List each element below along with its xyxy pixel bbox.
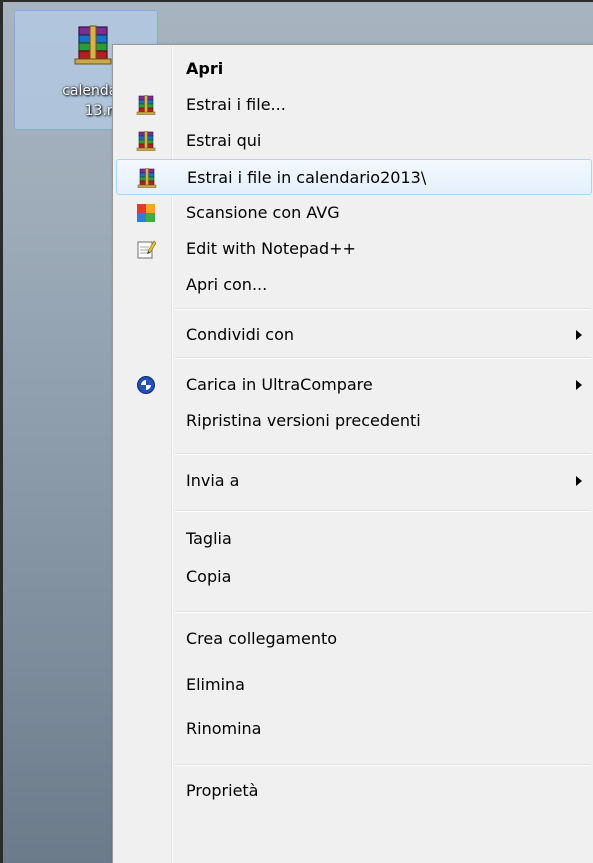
menu-item-label: Taglia — [186, 529, 232, 548]
menu-item-open-with[interactable]: Apri con... — [116, 267, 592, 303]
menu-item-label: Estrai qui — [186, 131, 262, 150]
menu-item-label: Rinomina — [186, 719, 262, 738]
file-label-line2: 13.rar — [84, 103, 127, 119]
menu-item-label: Estrai i file in calendario2013\ — [187, 168, 427, 187]
menu-item-label: Elimina — [186, 675, 245, 694]
menu-item-label: Carica in UltraCompare — [186, 375, 373, 394]
ultracompare-icon — [137, 376, 155, 394]
menu-item-extract-to-folder[interactable]: Estrai i file in calendario2013\ — [116, 159, 592, 195]
file-label-line1: calendari — [62, 83, 127, 99]
menu-item-scan-avg[interactable]: Scansione con AVG — [116, 195, 592, 231]
menu-item-label: Ripristina versioni precedenti — [186, 411, 421, 430]
winrar-archive-icon — [73, 25, 113, 65]
menu-item-cut[interactable]: Taglia — [116, 521, 592, 557]
menu-item-label: Condividi con — [186, 325, 295, 344]
menu-item-open[interactable]: Apri — [116, 51, 592, 87]
menu-separator — [175, 510, 591, 512]
winrar-archive-icon — [137, 168, 157, 188]
menu-item-extract-here[interactable]: Estrai qui — [116, 123, 592, 159]
menu-item-create-shortcut[interactable]: Crea collegamento — [116, 621, 592, 657]
submenu-arrow-icon — [576, 330, 582, 340]
winrar-archive-icon — [136, 131, 156, 151]
avg-antivirus-icon — [137, 204, 155, 222]
menu-item-label: Estrai i file... — [186, 95, 286, 114]
menu-item-copy[interactable]: Copia — [116, 559, 592, 595]
menu-item-label: Proprietà — [186, 781, 259, 800]
winrar-archive-icon — [136, 95, 156, 115]
menu-item-rename[interactable]: Rinomina — [116, 711, 592, 747]
menu-item-label: Scansione con AVG — [186, 203, 340, 222]
menu-item-label: Edit with Notepad++ — [186, 239, 356, 258]
menu-separator — [175, 764, 591, 766]
menu-item-share-with[interactable]: Condividi con — [116, 317, 592, 353]
notepad-plus-plus-icon — [137, 240, 156, 259]
menu-item-edit-notepad[interactable]: Edit with Notepad++ — [116, 231, 592, 267]
menu-item-properties[interactable]: Proprietà — [116, 773, 592, 809]
menu-item-send-to[interactable]: Invia a — [116, 463, 592, 499]
desktop-file-label: calendari 13.rar — [15, 81, 127, 121]
menu-separator — [175, 453, 591, 455]
menu-item-label: Apri con... — [186, 275, 268, 294]
menu-item-extract-files[interactable]: Estrai i file... — [116, 87, 592, 123]
context-menu: Apri Estrai i file... Estrai qui Estrai … — [112, 44, 593, 863]
menu-item-load-ultracompare[interactable]: Carica in UltraCompare — [116, 367, 592, 403]
menu-separator — [175, 611, 591, 613]
menu-item-label: Copia — [186, 567, 232, 586]
menu-item-restore-versions[interactable]: Ripristina versioni precedenti — [116, 403, 592, 439]
menu-separator — [175, 308, 591, 310]
menu-item-delete[interactable]: Elimina — [116, 667, 592, 703]
submenu-arrow-icon — [576, 476, 582, 486]
menu-separator — [175, 357, 591, 359]
menu-item-label: Invia a — [186, 471, 240, 490]
menu-item-label: Apri — [186, 59, 224, 78]
submenu-arrow-icon — [576, 380, 582, 390]
menu-item-label: Crea collegamento — [186, 629, 338, 648]
